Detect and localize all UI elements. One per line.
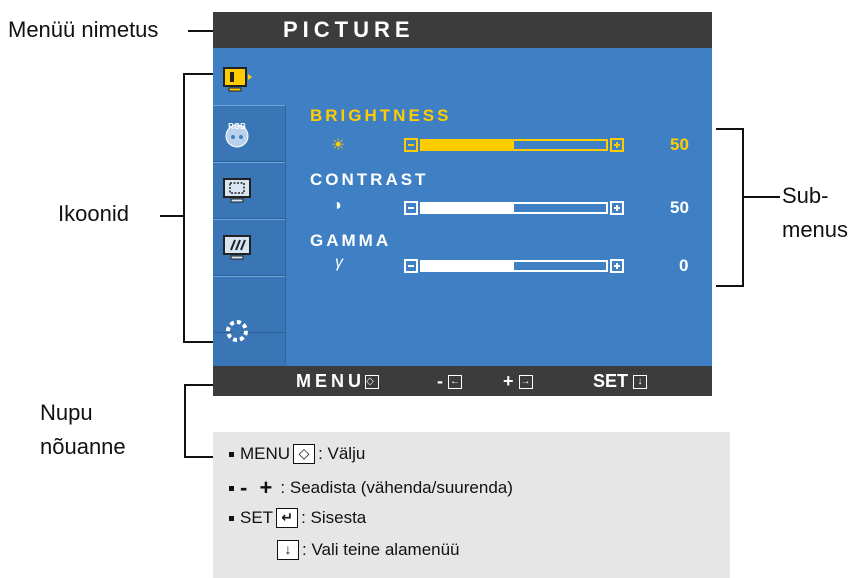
enter-key-icon: ↵ <box>276 508 299 528</box>
gamma-value: 0 <box>679 256 689 275</box>
submenus-callout-1: Sub- <box>782 183 829 208</box>
menu-name-callout: Menüü nimetus <box>8 17 159 42</box>
footer-minus-label: - <box>437 371 443 391</box>
osd-panel: RGB BRIGHTNESS ☀ 50 CONTRAST ◑ 50 GAMMA … <box>213 48 712 366</box>
rgb-color-icon: RGB <box>225 122 249 148</box>
left-arrow-icon: ← <box>448 375 463 390</box>
hint-menu-key: MENU <box>240 444 291 463</box>
gamma-slider[interactable] <box>420 260 608 272</box>
display-position-icon <box>223 178 251 203</box>
hint-adjust-text: : Seadista (vähenda/suurenda) <box>280 478 513 497</box>
footer-minus[interactable]: - ← <box>437 371 463 392</box>
menu-name-leader <box>188 30 213 32</box>
hint-set-key: SET <box>240 508 274 527</box>
tips-callout-1: Nupu <box>40 400 93 425</box>
submenus-callout-2: menus <box>782 217 849 242</box>
footer-set-label: SET <box>593 371 629 391</box>
gamma-decrease[interactable] <box>404 259 418 273</box>
footer-plus[interactable]: + → <box>503 371 533 392</box>
footer-menu-label: MENU <box>296 371 365 391</box>
right-arrow-icon: → <box>518 375 533 390</box>
brightness-label: BRIGHTNESS <box>310 106 452 125</box>
svg-text:RGB: RGB <box>228 122 246 131</box>
osd-title-bar: PICTURE <box>213 12 712 48</box>
contrast-fill <box>422 204 514 212</box>
hint-adjust-keys: - + <box>240 475 273 500</box>
gamma-label: GAMMA <box>310 231 392 250</box>
footer-menu[interactable]: MENU◇ <box>296 371 379 392</box>
select-key-icon: ◇ <box>293 444 316 464</box>
brightness-decrease[interactable] <box>404 138 418 152</box>
sidebar-item-position[interactable] <box>213 162 286 219</box>
brightness-value: 50 <box>670 135 689 154</box>
contrast-label: CONTRAST <box>310 170 429 189</box>
contrast-slider[interactable] <box>420 202 608 214</box>
osd-menu-title: PICTURE <box>283 17 415 42</box>
tips-bracket <box>184 384 186 458</box>
button-tips-panel: MENU ◇ : Välju - + : Seadista (vähenda/s… <box>213 432 730 578</box>
footer-set[interactable]: SET ↓ <box>593 371 648 392</box>
sidebar-item-picture[interactable] <box>213 48 286 105</box>
icons-bracket <box>183 73 185 343</box>
gamma-fill <box>422 262 514 270</box>
hint-menu-text: : Välju <box>318 444 366 463</box>
gamma-increase[interactable] <box>610 259 624 273</box>
brightness-fill <box>422 141 514 149</box>
contrast-value: 50 <box>670 198 689 217</box>
setup-icon <box>226 320 248 342</box>
hint-row-submenu: ↓ : Vali teine alamenüü <box>274 540 460 560</box>
picture-icon <box>223 67 252 92</box>
brightness-increase[interactable] <box>610 138 624 152</box>
contrast-icon: ◑ <box>332 197 342 214</box>
hint-row-set: SET ↵ : Sisesta <box>229 508 366 528</box>
hint-set-text: : Sisesta <box>301 508 367 527</box>
sidebar-item-setup[interactable] <box>213 276 286 342</box>
gamma-icon: γ <box>335 254 343 271</box>
select-icon: ◇ <box>365 375 379 390</box>
contrast-decrease[interactable] <box>404 201 418 215</box>
brightness-slider[interactable] <box>420 139 608 151</box>
submenus-bracket <box>742 128 744 286</box>
hint-submenu-text: : Vali teine alamenüü <box>302 540 460 559</box>
hint-row-menu: MENU ◇ : Välju <box>229 444 365 464</box>
track-icon <box>223 235 251 260</box>
footer-plus-label: + <box>503 371 514 391</box>
tips-callout-2: nõuanne <box>40 434 126 459</box>
osd-footer: MENU◇ - ← + → SET ↓ <box>213 366 712 396</box>
icons-callout: Ikoonid <box>58 201 129 226</box>
hint-row-adjust: - + : Seadista (vähenda/suurenda) <box>229 475 513 501</box>
osd-icon-sidebar: RGB <box>213 48 286 366</box>
sidebar-item-color[interactable]: RGB <box>213 105 286 162</box>
contrast-increase[interactable] <box>610 201 624 215</box>
down-key-icon: ↓ <box>277 540 299 560</box>
sidebar-item-tracking[interactable] <box>213 219 286 276</box>
down-arrow-icon: ↓ <box>633 375 648 390</box>
icons-leader <box>160 215 184 217</box>
sun-icon: ☀ <box>331 137 346 154</box>
